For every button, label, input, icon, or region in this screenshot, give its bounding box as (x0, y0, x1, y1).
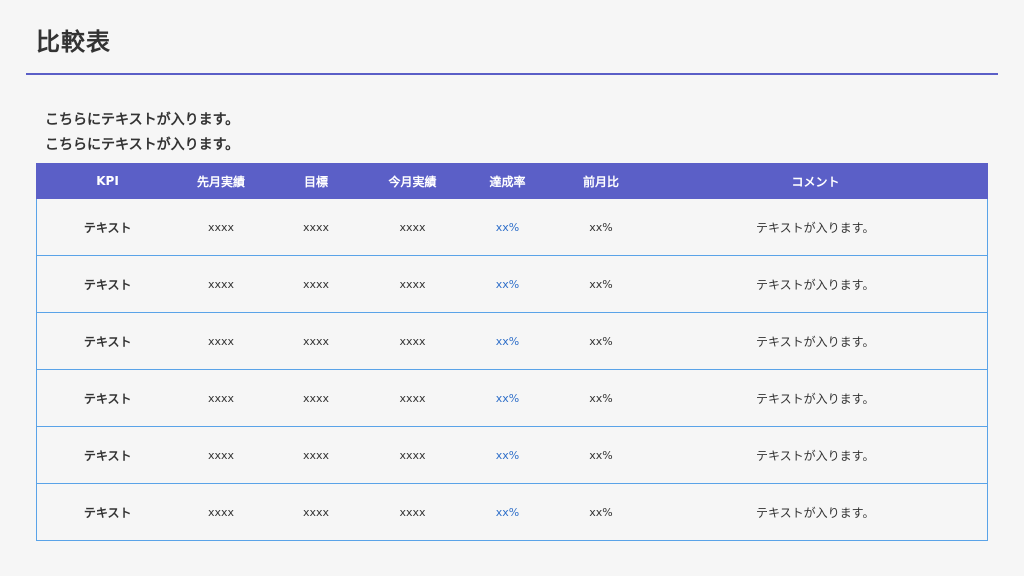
table-row: テキスト xxxx xxxx xxxx xx% xx% テキストが入ります。 (36, 426, 988, 484)
kpi-cell: テキスト (36, 369, 179, 427)
month-over-month-cell: xx% (558, 198, 644, 256)
comment-cell: テキストが入ります。 (643, 255, 988, 313)
achievement-rate-cell: xx% (456, 426, 559, 484)
achievement-rate-cell: xx% (456, 369, 559, 427)
month-over-month-cell: xx% (558, 426, 644, 484)
header-comment: コメント (643, 163, 988, 199)
achievement-rate-cell: xx% (456, 483, 559, 541)
month-over-month-cell: xx% (558, 483, 644, 541)
table-row: テキスト xxxx xxxx xxxx xx% xx% テキストが入ります。 (36, 198, 988, 256)
comparison-table-container: KPI 先月実績 目標 今月実績 達成率 前月比 コメント テキスト xxxx xx… (36, 163, 988, 541)
achievement-rate-cell: xx% (456, 312, 559, 370)
target-cell: xxxx (263, 369, 369, 427)
target-cell: xxxx (263, 426, 369, 484)
last-month-actual-cell: xxxx (178, 255, 264, 313)
this-month-actual-cell: xxxx (368, 255, 457, 313)
comment-cell: テキストが入ります。 (643, 483, 988, 541)
comment-cell: テキストが入ります。 (643, 312, 988, 370)
this-month-actual-cell: xxxx (368, 426, 457, 484)
comment-cell: テキストが入ります。 (643, 198, 988, 256)
header-month-over-month: 前月比 (558, 163, 644, 199)
this-month-actual-cell: xxxx (368, 483, 457, 541)
header-kpi: KPI (36, 163, 179, 199)
last-month-actual-cell: xxxx (178, 198, 264, 256)
last-month-actual-cell: xxxx (178, 426, 264, 484)
comment-cell: テキストが入ります。 (643, 426, 988, 484)
month-over-month-cell: xx% (558, 369, 644, 427)
month-over-month-cell: xx% (558, 312, 644, 370)
target-cell: xxxx (263, 483, 369, 541)
last-month-actual-cell: xxxx (178, 483, 264, 541)
page-title: 比較表 (36, 28, 111, 56)
intro-line: こちらにテキストが入ります。 (45, 112, 240, 128)
kpi-cell: テキスト (36, 426, 179, 484)
header-target: 目標 (263, 163, 369, 199)
intro-text: こちらにテキストが入ります。 こちらにテキストが入ります。 (45, 108, 239, 158)
kpi-cell: テキスト (36, 198, 179, 256)
achievement-rate-cell: xx% (456, 198, 559, 256)
kpi-cell: テキスト (36, 312, 179, 370)
title-divider (26, 73, 998, 75)
target-cell: xxxx (263, 255, 369, 313)
slide: 比較表 こちらにテキストが入ります。 こちらにテキストが入ります。 KPI 先月… (0, 0, 1024, 576)
table-header-row: KPI 先月実績 目標 今月実績 達成率 前月比 コメント (36, 163, 988, 199)
table-row: テキスト xxxx xxxx xxxx xx% xx% テキストが入ります。 (36, 369, 988, 427)
this-month-actual-cell: xxxx (368, 198, 457, 256)
comment-cell: テキストが入ります。 (643, 369, 988, 427)
table-row: テキスト xxxx xxxx xxxx xx% xx% テキストが入ります。 (36, 483, 988, 541)
comparison-table: KPI 先月実績 目標 今月実績 達成率 前月比 コメント テキスト xxxx xx… (36, 163, 988, 541)
last-month-actual-cell: xxxx (178, 312, 264, 370)
last-month-actual-cell: xxxx (178, 369, 264, 427)
this-month-actual-cell: xxxx (368, 312, 457, 370)
header-achievement-rate: 達成率 (456, 163, 559, 199)
intro-line: こちらにテキストが入ります。 (45, 137, 240, 153)
target-cell: xxxx (263, 312, 369, 370)
kpi-cell: テキスト (36, 255, 179, 313)
this-month-actual-cell: xxxx (368, 369, 457, 427)
header-last-month-actual: 先月実績 (178, 163, 264, 199)
target-cell: xxxx (263, 198, 369, 256)
header-this-month-actual: 今月実績 (368, 163, 457, 199)
table-row: テキスト xxxx xxxx xxxx xx% xx% テキストが入ります。 (36, 312, 988, 370)
month-over-month-cell: xx% (558, 255, 644, 313)
table-row: テキスト xxxx xxxx xxxx xx% xx% テキストが入ります。 (36, 255, 988, 313)
kpi-cell: テキスト (36, 483, 179, 541)
achievement-rate-cell: xx% (456, 255, 559, 313)
